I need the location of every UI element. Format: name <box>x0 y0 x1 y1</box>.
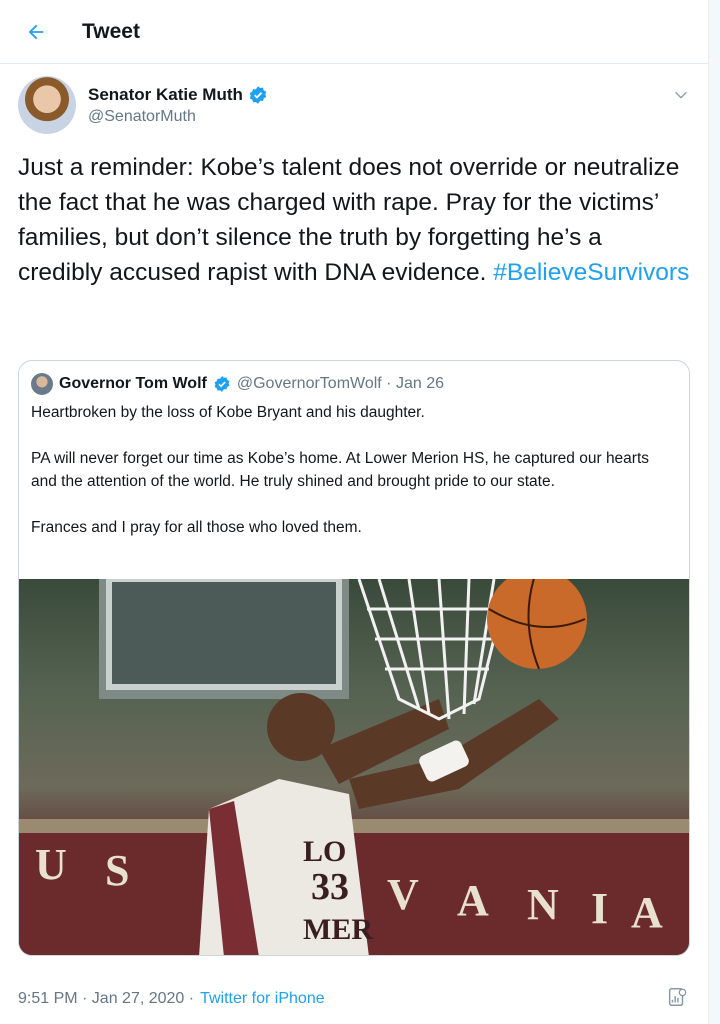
avatar[interactable] <box>18 76 76 134</box>
tweet-menu-button[interactable] <box>670 84 692 106</box>
avatar <box>31 373 53 395</box>
quoted-tweet-photo[interactable]: U S V A N I A LO 33 MER <box>19 579 689 955</box>
banner-letter: V <box>387 870 419 919</box>
tweet-footer: 9:51 PM · Jan 27, 2020 · Twitter for iPh… <box>18 988 325 1010</box>
quoted-tweet-header: Governor Tom Wolf @GovernorTomWolf · Jan… <box>31 373 444 395</box>
analytics-icon <box>666 986 688 1008</box>
tweet-page: Tweet Senator Katie Muth @SenatorMuth Ju… <box>0 0 720 1024</box>
jersey-text: MER <box>303 913 373 946</box>
page-title: Tweet <box>82 19 140 43</box>
verified-badge-icon <box>213 375 231 393</box>
banner-letter: A <box>631 888 663 937</box>
tweet-source-link[interactable]: Twitter for iPhone <box>200 990 325 1008</box>
arrow-left-icon <box>25 21 47 43</box>
jersey-text: LO <box>303 835 346 868</box>
tweet-text: Just a reminder: Kobe’s talent does not … <box>18 150 690 290</box>
quoted-tweet[interactable]: Governor Tom Wolf @GovernorTomWolf · Jan… <box>18 360 690 956</box>
author-name[interactable]: Senator Katie Muth <box>88 85 243 105</box>
verified-badge-icon <box>248 85 268 105</box>
scrollbar[interactable] <box>708 0 720 1024</box>
quoted-paragraph: Heartbroken by the loss of Kobe Bryant a… <box>31 404 425 421</box>
chevron-down-icon <box>673 87 689 103</box>
banner-letter: N <box>527 880 559 929</box>
quoted-paragraph: Frances and I pray for all those who lov… <box>31 519 362 536</box>
tweet-timestamp[interactable]: 9:51 PM · Jan 27, 2020 · <box>18 990 194 1008</box>
author-handle[interactable]: @SenatorMuth <box>88 108 196 126</box>
banner-letter: S <box>105 846 129 895</box>
author-name-row[interactable]: Senator Katie Muth <box>88 85 268 105</box>
page-header: Tweet <box>0 0 708 64</box>
quoted-handle-date: @GovernorTomWolf · Jan 26 <box>236 375 444 392</box>
back-button[interactable] <box>16 12 56 52</box>
tweet-author: Senator Katie Muth @SenatorMuth <box>18 76 698 136</box>
quoted-author-name: Governor Tom Wolf <box>59 375 207 392</box>
quoted-paragraph: PA will never forget our time as Kobe’s … <box>31 450 650 490</box>
hashtag-link[interactable]: #BelieveSurvivors <box>493 259 689 286</box>
banner-letter: I <box>591 884 608 933</box>
jersey-number: 33 <box>311 866 349 908</box>
analytics-button[interactable] <box>664 984 690 1010</box>
banner-letter: U <box>35 840 67 889</box>
quoted-tweet-text: Heartbroken by the loss of Kobe Bryant a… <box>31 401 679 562</box>
banner-letter: A <box>457 876 489 925</box>
